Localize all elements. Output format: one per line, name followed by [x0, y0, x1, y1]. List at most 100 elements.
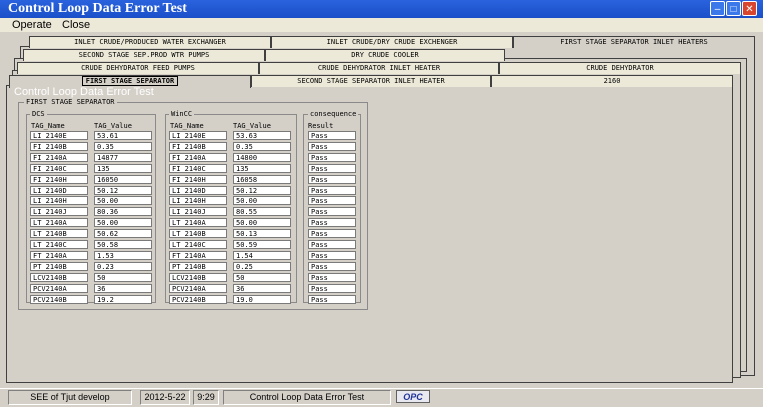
wincc-tag-name: PCV2140A — [169, 284, 227, 293]
dcs-tag-value-field[interactable]: 0.35 — [94, 142, 152, 151]
result-cell: Pass — [308, 186, 356, 195]
wincc-tag-value-field[interactable]: 0.25 — [233, 262, 291, 271]
menu-operate[interactable]: Operate — [12, 19, 52, 31]
wincc-tag-value-field[interactable]: 19.0 — [233, 295, 291, 304]
result-cell: Pass — [308, 196, 356, 205]
dcs-title: DCS — [30, 110, 47, 118]
title-bar: Control Loop Data Error Test – □ ✕ — [0, 0, 763, 18]
close-window-button[interactable]: ✕ — [742, 1, 757, 16]
tab-crude-dehydrator-feed-pumps[interactable]: CRUDE DEHYDRATOR FEED PUMPS — [17, 62, 259, 74]
dcs-tag-value-field[interactable]: 50 — [94, 273, 152, 282]
result-cell: Pass — [308, 262, 356, 271]
wincc-tag-name: LT_2140C — [169, 240, 227, 249]
wincc-tag-value-field[interactable]: 50.00 — [233, 196, 291, 205]
dcs-tag-name: FI_2140H — [30, 175, 88, 184]
tab-crude-dehydrator-inlet-heater[interactable]: CRUDE DEHYDRATOR INLET HEATER — [259, 62, 499, 74]
status-developer: SEE of Tjut develop — [8, 390, 132, 405]
result-cell: Pass — [308, 229, 356, 238]
wincc-tag-value-field[interactable]: 135 — [233, 164, 291, 173]
wincc-tag-value-field[interactable]: 14800 — [233, 153, 291, 162]
wincc-tag-name: LCV2140B — [169, 273, 227, 282]
dcs-tag-value-field[interactable]: 135 — [94, 164, 152, 173]
wincc-tag-value-field[interactable]: 0.35 — [233, 142, 291, 151]
tab-first-stage-separator-label: FIRST STAGE SEPARATOR — [81, 76, 179, 86]
ghost-title-text: Control Loop Data Error Test — [14, 86, 154, 98]
wincc-tag-name: LI_2140E — [169, 131, 227, 140]
tab-second-stage-separator-inlet-heater[interactable]: SECOND STAGE SEPARATOR INLET HEATER — [251, 75, 491, 87]
wincc-tag-value-field[interactable]: 50.13 — [233, 229, 291, 238]
dcs-tag-value-field[interactable]: 36 — [94, 284, 152, 293]
dcs-tag-value-field[interactable]: 80.36 — [94, 207, 152, 216]
result-cell: Pass — [308, 218, 356, 227]
result-cell: Pass — [308, 164, 356, 173]
tab-2160[interactable]: 2160 — [491, 75, 733, 87]
dcs-tag-value-field[interactable]: 50.58 — [94, 240, 152, 249]
wincc-tag-name: LT_2140A — [169, 218, 227, 227]
menu-bar: Operate Close — [0, 18, 763, 32]
wincc-tag-name: LI_2140H — [169, 196, 227, 205]
wincc-tag-name: LT_2140B — [169, 229, 227, 238]
dcs-tag-value-field[interactable]: 19.2 — [94, 295, 152, 304]
result-cell: Pass — [308, 295, 356, 304]
minimize-button[interactable]: – — [710, 1, 725, 16]
section-title: FIRST STAGE SEPARATOR — [24, 98, 117, 106]
dcs-tag-name: FT_2140A — [30, 251, 88, 260]
dcs-tag-name: LI_2140J — [30, 207, 88, 216]
wincc-title: WinCC — [169, 110, 195, 118]
wincc-tag-value-field[interactable]: 53.63 — [233, 131, 291, 140]
wincc-tag-value-field[interactable]: 50.00 — [233, 218, 291, 227]
wincc-tag-name: LI_2140J — [169, 207, 227, 216]
status-app-name: Control Loop Data Error Test — [223, 390, 391, 405]
wincc-tag-name: PT_2140B — [169, 262, 227, 271]
tab-inlet-crude-dry-crude[interactable]: INLET CRUDE/DRY CRUDE EXCHENGER — [271, 36, 513, 48]
dcs-tag-name: PT_2140B — [30, 262, 88, 271]
dcs-tag-name: LI_2140D — [30, 186, 88, 195]
menu-close[interactable]: Close — [62, 19, 90, 31]
wincc-tag-name: LI_2140D — [169, 186, 227, 195]
wincc-tag-name: FI_2140B — [169, 142, 227, 151]
dcs-tag-value-field[interactable]: 16050 — [94, 175, 152, 184]
dcs-tag-name: LT_2140A — [30, 218, 88, 227]
wincc-tag-value-field[interactable]: 80.55 — [233, 207, 291, 216]
dcs-tag-name: PCV2140A — [30, 284, 88, 293]
wincc-tag-name: PCV2140B — [169, 295, 227, 304]
wincc-tag-name: FT_2140A — [169, 251, 227, 260]
dcs-tag-value-field[interactable]: 50.00 — [94, 218, 152, 227]
dcs-tag-value-field[interactable]: 14877 — [94, 153, 152, 162]
result-cell: Pass — [308, 142, 356, 151]
tab-crude-dehydrator[interactable]: CRUDE DEHYDRATOR — [499, 62, 741, 74]
tab-first-stage-inlet-heaters[interactable]: FIRST STAGE SEPARATOR INLET HEATERS — [513, 36, 755, 48]
maximize-button[interactable]: □ — [726, 1, 741, 16]
result-cell: Pass — [308, 240, 356, 249]
wincc-tag-value-field[interactable]: 16058 — [233, 175, 291, 184]
opc-logo: OPC — [396, 390, 430, 403]
dcs-tag-value-field[interactable]: 1.53 — [94, 251, 152, 260]
dcs-tag-name: LT_2140C — [30, 240, 88, 249]
wincc-col-value-header: TAG_Value — [233, 122, 271, 130]
dcs-tag-value-field[interactable]: 50.62 — [94, 229, 152, 238]
wincc-tag-value-field[interactable]: 36 — [233, 284, 291, 293]
dcs-tag-value-field[interactable]: 53.61 — [94, 131, 152, 140]
dcs-tag-name: LCV2140B — [30, 273, 88, 282]
dcs-tag-value-field[interactable]: 50.12 — [94, 186, 152, 195]
tab-second-stage-prod-wtr-pumps[interactable]: SECOND STAGE SEP.PROD WTR PUMPS — [23, 49, 265, 61]
wincc-tag-value-field[interactable]: 1.54 — [233, 251, 291, 260]
result-cell: Pass — [308, 131, 356, 140]
dcs-col-value-header: TAG_Value — [94, 122, 132, 130]
dcs-tag-name: FI_2140B — [30, 142, 88, 151]
wincc-tag-name: FI_2140A — [169, 153, 227, 162]
dcs-tag-name: FI_2140C — [30, 164, 88, 173]
dcs-tag-name: FI_2140A — [30, 153, 88, 162]
dcs-tag-value-field[interactable]: 0.23 — [94, 262, 152, 271]
tab-inlet-crude-produced-water[interactable]: INLET CRUDE/PRODUCED WATER EXCHANGER — [29, 36, 271, 48]
consequence-title: consequence — [308, 110, 359, 118]
dcs-col-name-header: TAG_Name — [31, 122, 65, 130]
consequence-col-header: Result — [308, 122, 334, 130]
wincc-tag-value-field[interactable]: 50 — [233, 273, 291, 282]
dcs-tag-value-field[interactable]: 50.00 — [94, 196, 152, 205]
wincc-tag-value-field[interactable]: 50.12 — [233, 186, 291, 195]
wincc-tag-value-field[interactable]: 50.59 — [233, 240, 291, 249]
dcs-tag-name: LI_2140E — [30, 131, 88, 140]
result-cell: Pass — [308, 153, 356, 162]
tab-dry-crude-cooler[interactable]: DRY CRUDE COOLER — [265, 49, 505, 61]
